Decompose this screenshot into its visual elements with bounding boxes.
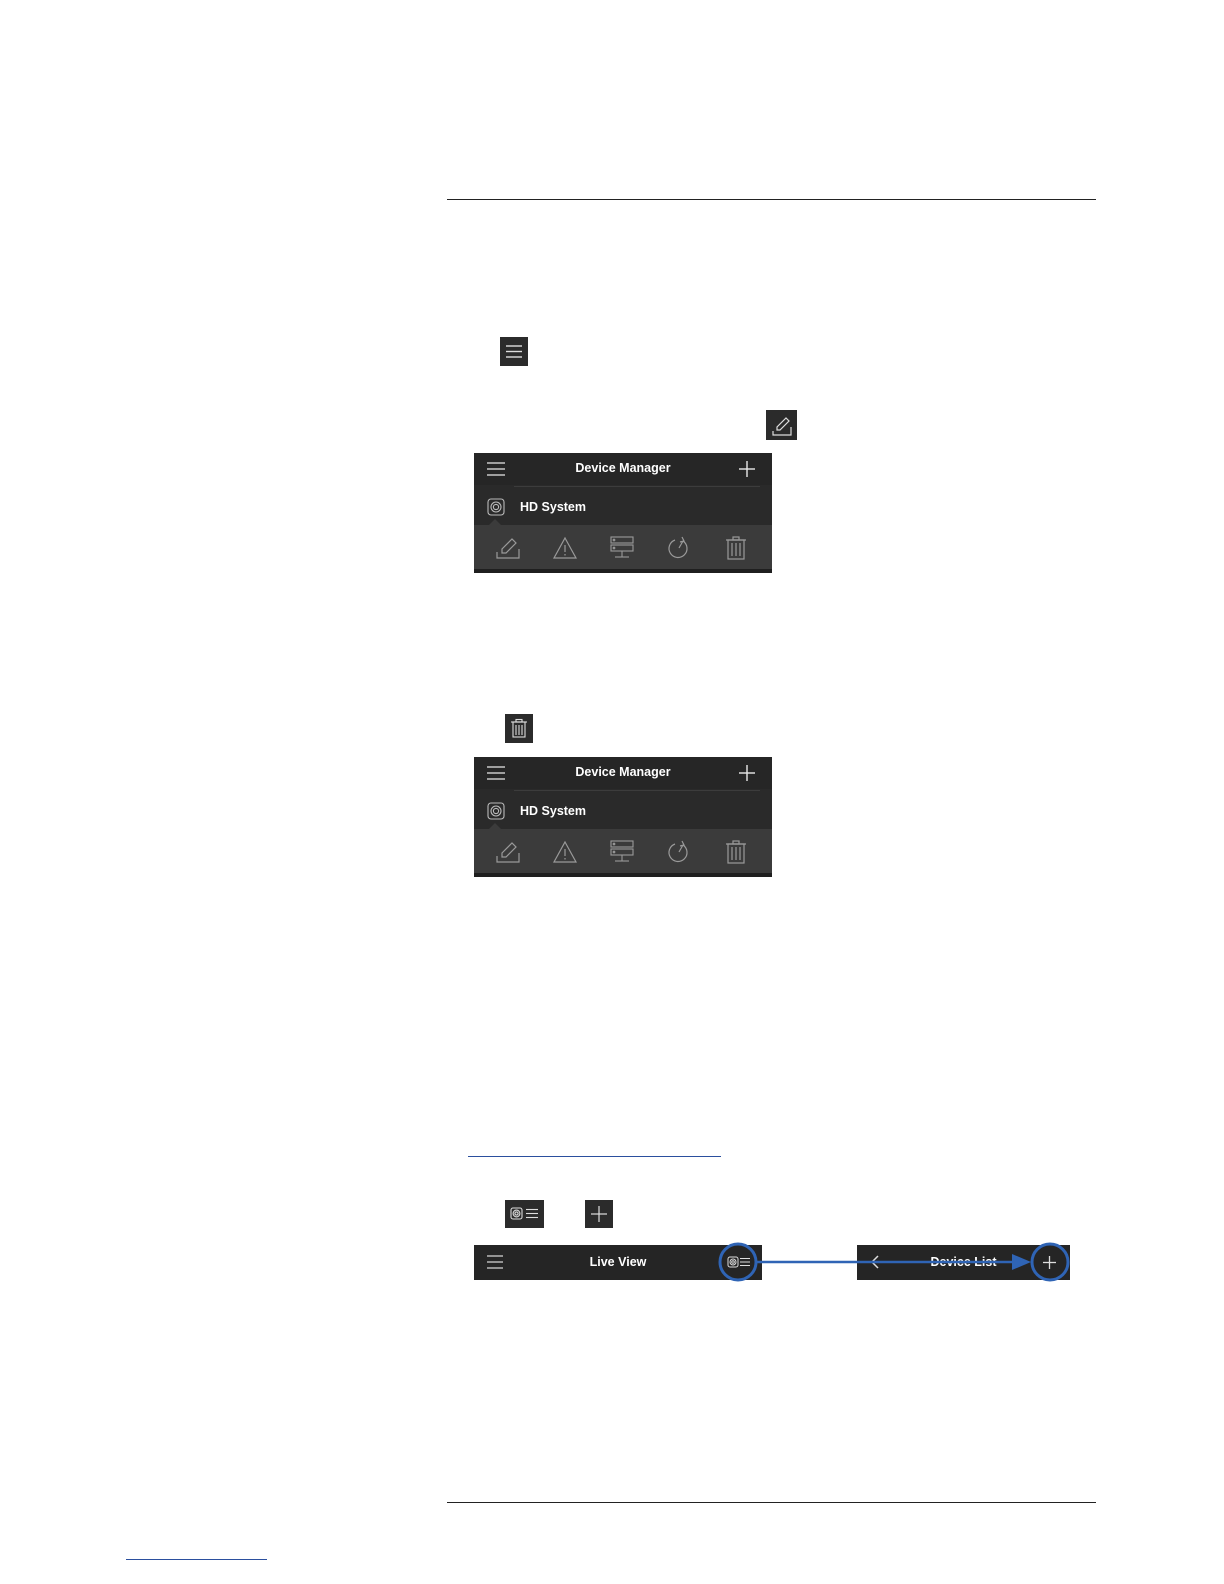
dvr-icon [487,498,505,516]
trash-icon[interactable] [723,535,749,561]
playback-icon[interactable] [666,535,692,561]
plus-icon[interactable] [738,764,756,782]
footer-link-underline[interactable] [126,1559,267,1560]
header-rule [447,199,1096,200]
device-list-bar: Device List [857,1245,1070,1280]
panel-bottom-edge [474,873,772,877]
link-underline[interactable] [468,1156,721,1157]
alarm-icon[interactable] [552,535,578,561]
action-bar [474,829,772,873]
panel-header: Device Manager [474,757,772,789]
edit-icon[interactable] [495,839,521,865]
remote-config-icon[interactable] [609,839,635,865]
dvr-icon [487,802,505,820]
panel-title: Device Manager [575,461,671,475]
device-manager-panel: Device Manager HD System [474,453,772,573]
panel-bottom-edge [474,569,772,573]
device-list-icon [505,1200,544,1228]
plus-icon[interactable] [1042,1255,1057,1270]
plus-icon [585,1200,613,1228]
device-list-title: Device List [930,1255,997,1269]
device-manager-panel: Device Manager HD System [474,757,772,877]
menu-icon [500,337,528,366]
edit-icon [766,410,797,440]
edit-icon[interactable] [495,535,521,561]
device-list-icon[interactable] [727,1255,751,1270]
footer-rule [447,1502,1096,1503]
plus-icon[interactable] [738,460,756,478]
live-view-bar: Live View [474,1245,762,1280]
device-row[interactable]: HD System [474,791,772,829]
device-row[interactable]: HD System [474,487,772,525]
trash-icon[interactable] [723,839,749,865]
panel-title: Device Manager [575,765,671,779]
action-bar [474,525,772,569]
playback-icon[interactable] [666,839,692,865]
alarm-icon[interactable] [552,839,578,865]
panel-header: Device Manager [474,453,772,485]
trash-icon [505,714,533,743]
device-name: HD System [520,500,586,514]
live-view-title: Live View [589,1255,647,1269]
device-name: HD System [520,804,586,818]
remote-config-icon[interactable] [609,535,635,561]
